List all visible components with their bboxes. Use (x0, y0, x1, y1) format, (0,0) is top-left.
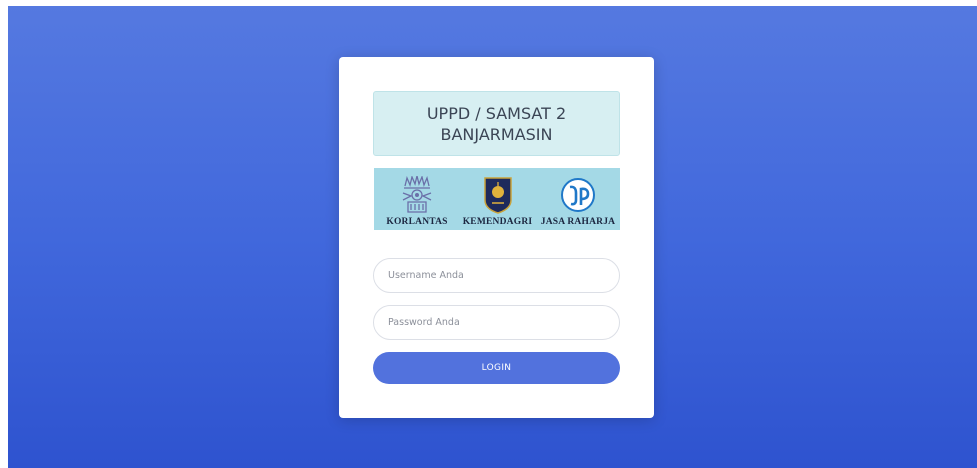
title-line-2: BANJARMASIN (440, 124, 553, 144)
password-input[interactable] (373, 305, 620, 340)
logo-jasa-raharja: JASA RAHARJA (539, 176, 617, 227)
logo-strip: KORLANTAS KEMENDAGRI JASA RAHARJA (374, 168, 620, 230)
logo-korlantas: KORLANTAS (378, 176, 456, 227)
login-card: UPPD / SAMSAT 2 BANJARMASIN KORLANTAS KE… (339, 57, 654, 418)
logo-kemendagri: KEMENDAGRI (459, 176, 537, 227)
username-input[interactable] (373, 258, 620, 293)
logo-label-kemendagri: KEMENDAGRI (462, 217, 533, 227)
page-title: UPPD / SAMSAT 2 BANJARMASIN (373, 91, 620, 156)
login-button[interactable]: LOGIN (373, 352, 620, 384)
korlantas-emblem-icon (402, 176, 432, 213)
kemendagri-emblem-icon (483, 177, 512, 214)
title-line-1: UPPD / SAMSAT 2 (426, 103, 567, 123)
logo-label-korlantas: KORLANTAS (386, 217, 448, 227)
logo-label-jasa-raharja: JASA RAHARJA (540, 217, 616, 227)
jasa-raharja-emblem-icon (561, 178, 595, 212)
